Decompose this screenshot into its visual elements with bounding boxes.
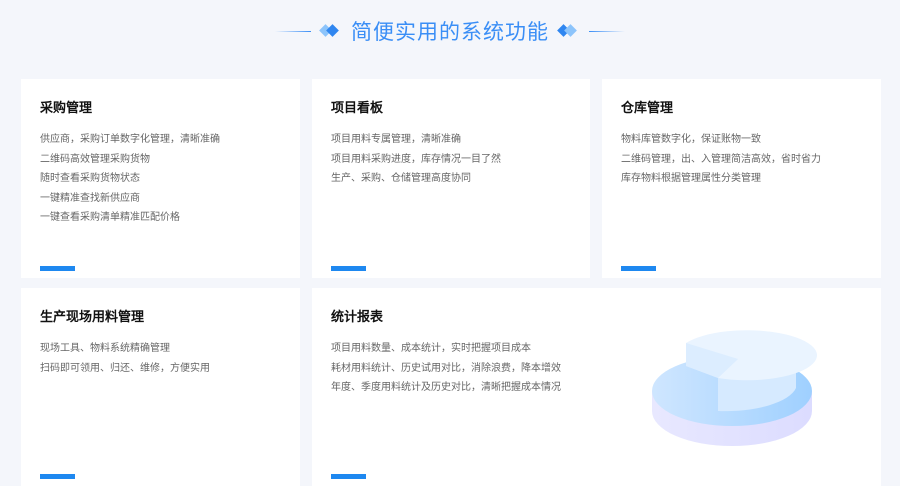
accent-bar bbox=[40, 474, 75, 479]
feature-card-purchase: 采购管理 供应商，采购订单数字化管理，清晰准确 二维码高效管理采购货物 随时查看… bbox=[21, 79, 300, 278]
card-line: 库存物料根据管理属性分类管理 bbox=[621, 173, 761, 184]
card-title: 生产现场用料管理 bbox=[40, 310, 145, 325]
card-line: 生产、采购、仓储管理高度协同 bbox=[331, 173, 471, 184]
card-title: 采购管理 bbox=[40, 101, 93, 116]
card-line: 一键查看采购清单精准匹配价格 bbox=[40, 212, 180, 223]
feature-card-reports: 统计报表 项目用料数量、成本统计，实时把握项目成本 耗材用料统计、历史试用对比，… bbox=[312, 288, 881, 486]
card-line: 二维码高效管理采购货物 bbox=[40, 153, 150, 165]
card-line: 扫码即可领用、归还、维修，方便实用 bbox=[40, 362, 210, 374]
accent-bar bbox=[331, 474, 366, 479]
card-line: 现场工具、物料系统精确管理 bbox=[40, 343, 170, 354]
card-title: 项目看板 bbox=[331, 101, 384, 116]
accent-bar bbox=[331, 266, 366, 271]
section-header: 简便实用的系统功能 bbox=[0, 14, 900, 48]
feature-card-project-board: 项目看板 项目用料专属管理，清晰准确 项目用料采购进度，库存情况一目了然 生产、… bbox=[312, 79, 590, 278]
diamond-icon bbox=[557, 24, 579, 37]
divider-line bbox=[589, 30, 625, 32]
card-line: 物料库管数字化，保证账物一致 bbox=[621, 134, 761, 145]
card-line: 项目用料采购进度，库存情况一目了然 bbox=[331, 153, 501, 165]
feature-card-production: 生产现场用料管理 现场工具、物料系统精确管理 扫码即可领用、归还、维修，方便实用 bbox=[21, 288, 300, 486]
section-title: 简便实用的系统功能 bbox=[351, 20, 549, 44]
card-line: 随时查看采购货物状态 bbox=[40, 173, 140, 184]
card-line: 一键精准查找新供应商 bbox=[40, 192, 140, 204]
feature-card-warehouse: 仓库管理 物料库管数字化，保证账物一致 二维码管理，出、入管理简洁高效，省时省力… bbox=[602, 79, 881, 278]
divider-line bbox=[275, 30, 311, 32]
pie-chart-illustration bbox=[652, 330, 818, 446]
accent-bar bbox=[40, 266, 75, 271]
diamond-icon bbox=[319, 24, 341, 37]
card-line: 二维码管理，出、入管理简洁高效，省时省力 bbox=[621, 153, 821, 165]
accent-bar bbox=[621, 266, 656, 271]
card-line: 供应商，采购订单数字化管理，清晰准确 bbox=[40, 134, 220, 145]
card-title: 仓库管理 bbox=[621, 101, 674, 116]
card-line: 项目用料专属管理，清晰准确 bbox=[331, 134, 461, 145]
